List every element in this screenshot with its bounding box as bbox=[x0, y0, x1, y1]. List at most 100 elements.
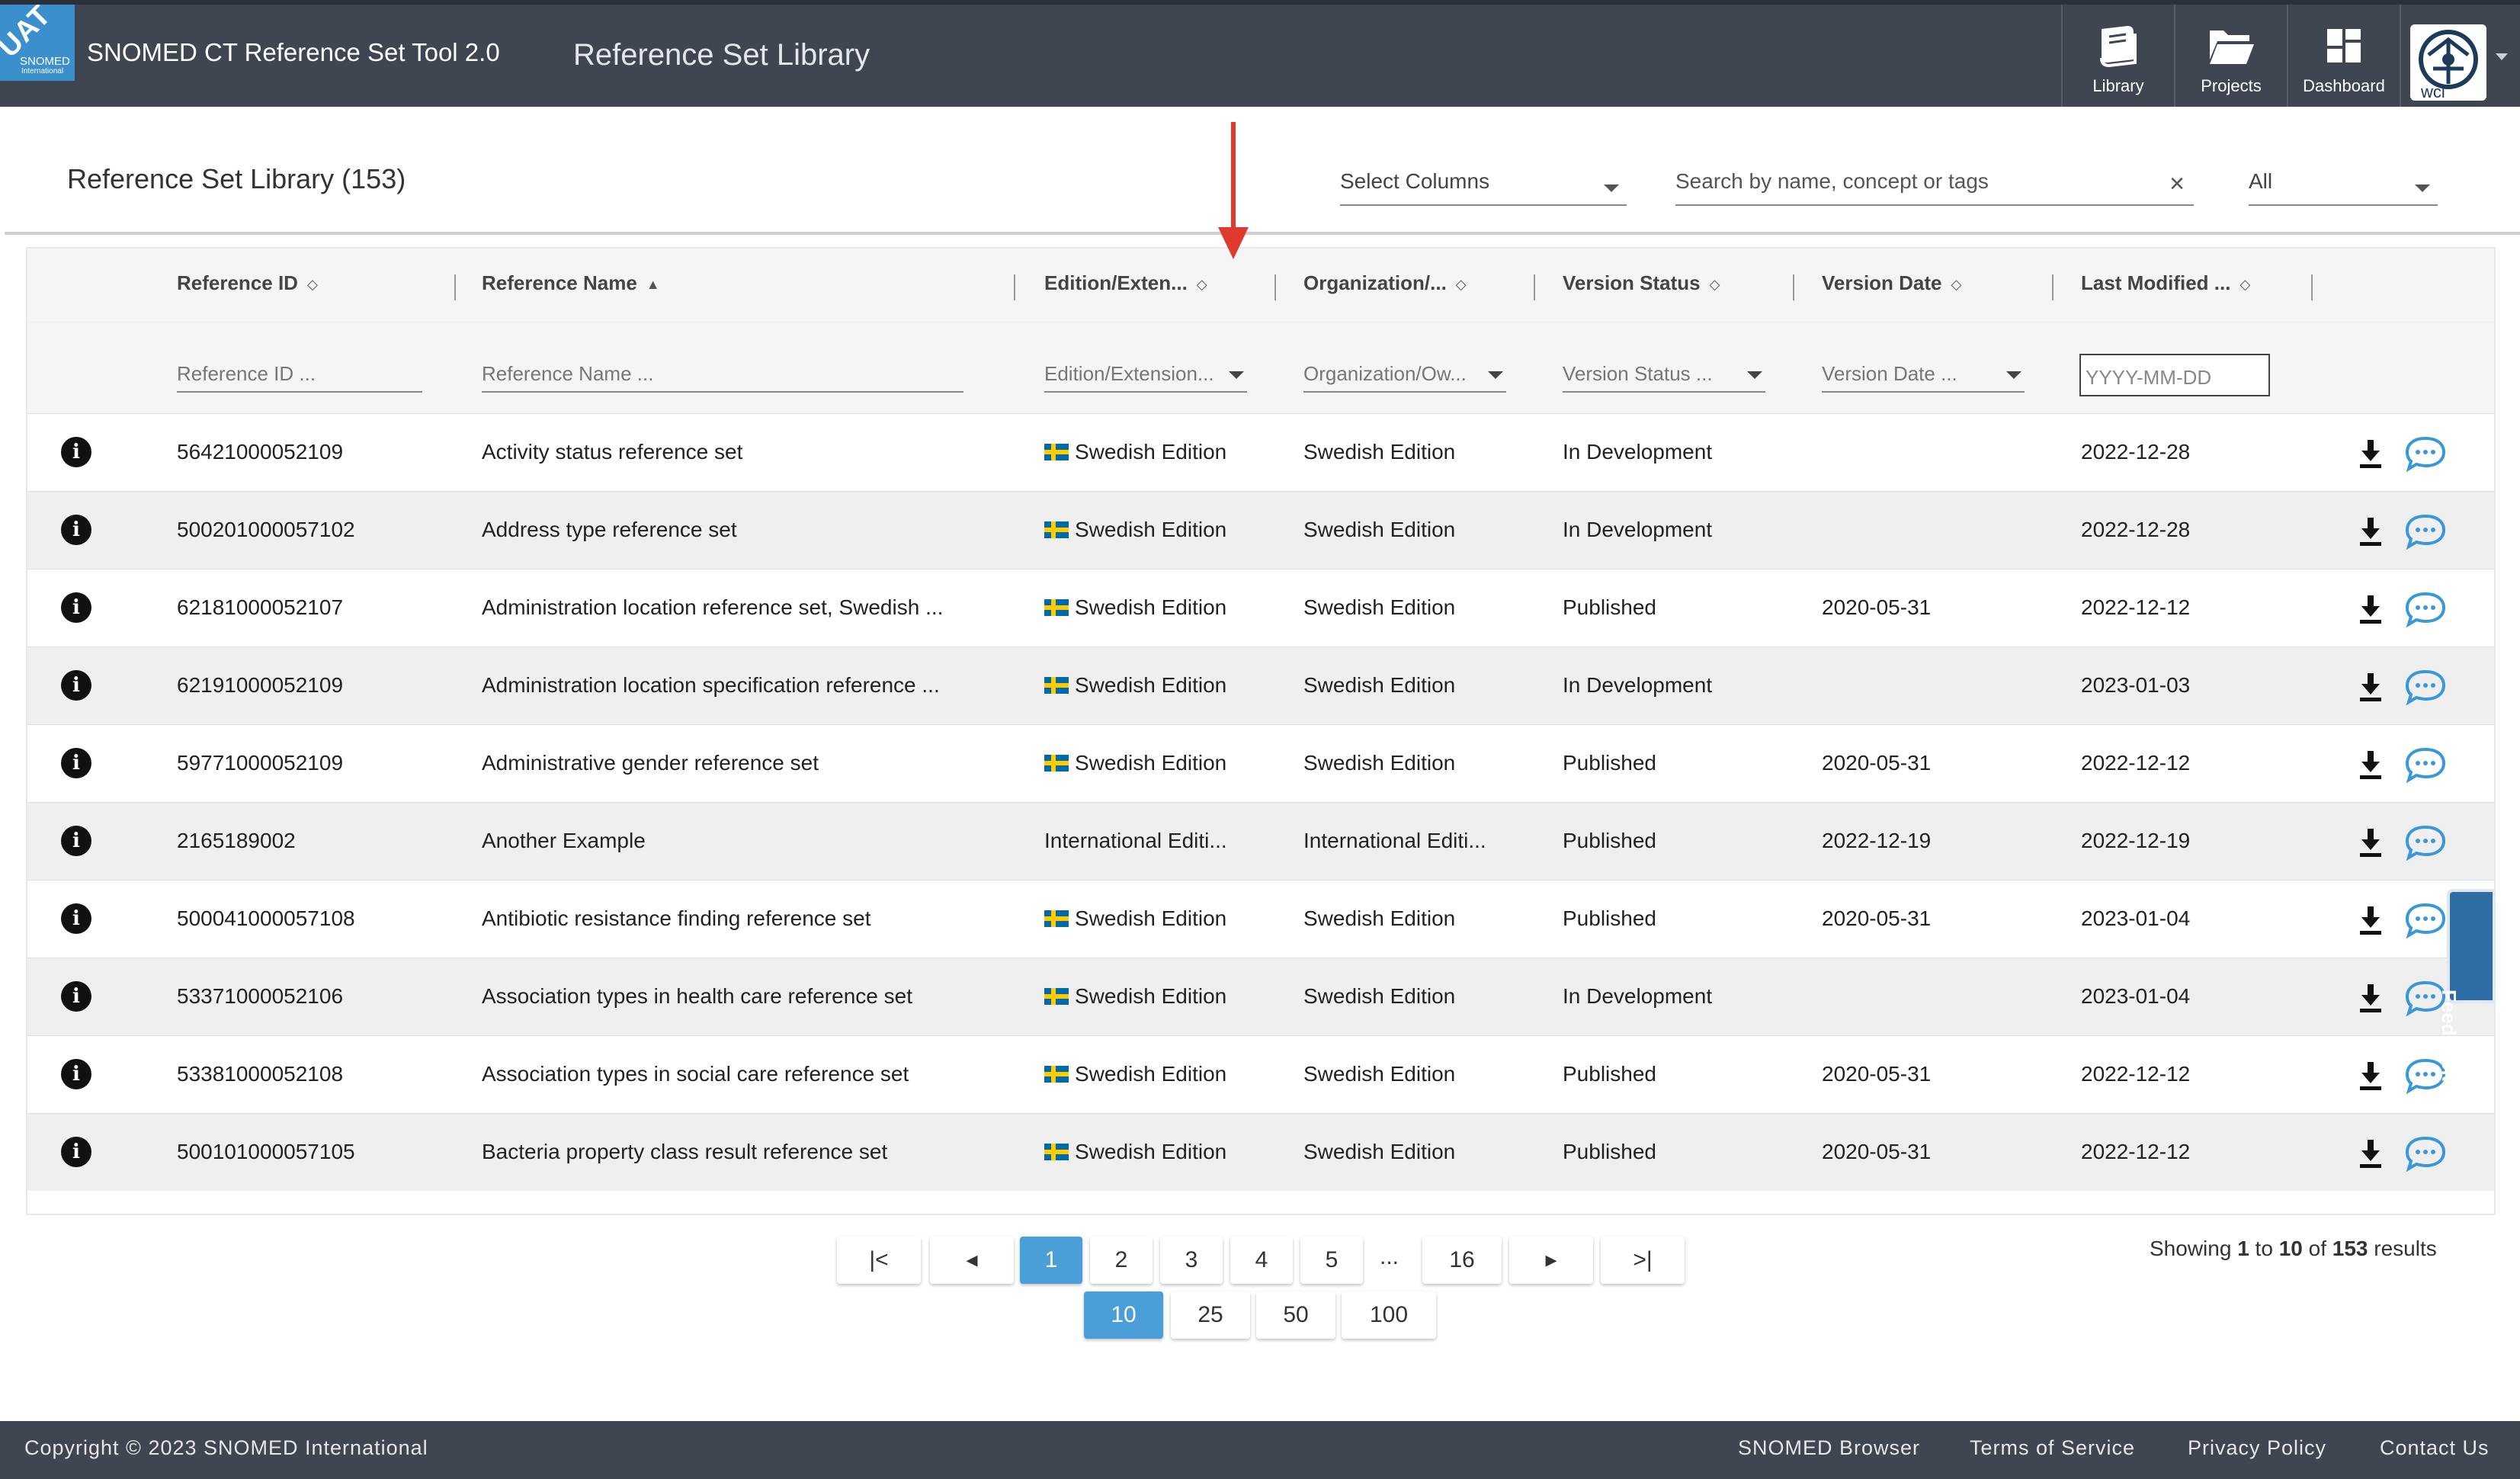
prev-page-button[interactable]: ◂ bbox=[930, 1237, 1014, 1284]
download-icon[interactable] bbox=[2357, 1138, 2384, 1169]
filter-last-modified-date[interactable]: YYYY-MM-DD bbox=[2079, 354, 2270, 396]
info-icon[interactable]: i bbox=[61, 903, 91, 934]
search-input[interactable]: Search by name, concept or tags × bbox=[1675, 163, 2194, 206]
table-row[interactable]: i 59771000052109 Administrative gender ref… bbox=[27, 724, 2494, 802]
filter-reference-id[interactable]: Reference ID ... bbox=[177, 362, 422, 393]
page-size-10[interactable]: 10 bbox=[1084, 1291, 1163, 1339]
column-separator[interactable] bbox=[1534, 274, 1535, 300]
footer-link-snomed-browser[interactable]: SNOMED Browser bbox=[1738, 1436, 1920, 1460]
download-icon[interactable] bbox=[2357, 827, 2384, 858]
cell-last-modified: 2023-01-03 bbox=[2081, 673, 2191, 697]
sort-icon[interactable]: ◇ bbox=[1456, 277, 1467, 293]
footer-link-terms[interactable]: Terms of Service bbox=[1970, 1436, 2135, 1460]
comment-icon[interactable] bbox=[2404, 902, 2447, 938]
info-icon[interactable]: i bbox=[61, 1059, 91, 1089]
sort-icon[interactable]: ◇ bbox=[2239, 277, 2250, 293]
column-separator[interactable] bbox=[2052, 274, 2054, 300]
nav-library[interactable]: Library bbox=[2061, 5, 2174, 107]
download-icon[interactable] bbox=[2357, 983, 2384, 1013]
avatar-dropdown-caret-icon[interactable] bbox=[2496, 53, 2508, 60]
next-page-button[interactable]: ▸ bbox=[1509, 1237, 1593, 1284]
sort-icon[interactable]: ◇ bbox=[307, 277, 318, 293]
cell-reference-name: Address type reference set bbox=[482, 518, 737, 541]
col-header-reference-name[interactable]: Reference Name ▲ bbox=[482, 271, 660, 295]
footer-link-privacy[interactable]: Privacy Policy bbox=[2188, 1436, 2326, 1460]
info-icon[interactable]: i bbox=[61, 670, 91, 701]
comment-icon[interactable] bbox=[2404, 435, 2447, 472]
cell-reference-name: Bacteria property class result reference… bbox=[482, 1140, 888, 1163]
page-button-4[interactable]: 4 bbox=[1230, 1237, 1293, 1284]
select-columns-dropdown[interactable]: Select Columns bbox=[1340, 163, 1627, 206]
page-button-1[interactable]: 1 bbox=[1020, 1237, 1082, 1284]
table-row[interactable]: i 53371000052106 Association types in heal… bbox=[27, 958, 2494, 1035]
info-icon[interactable]: i bbox=[61, 515, 91, 545]
table-row[interactable]: i 500201000057102 Address type reference s… bbox=[27, 491, 2494, 569]
comment-icon[interactable] bbox=[2404, 1135, 2447, 1172]
comment-icon[interactable] bbox=[2404, 591, 2447, 627]
cell-version-status: In Development bbox=[1563, 518, 1713, 541]
download-icon[interactable] bbox=[2357, 438, 2384, 469]
info-icon[interactable]: i bbox=[61, 981, 91, 1012]
comment-icon[interactable] bbox=[2404, 824, 2447, 861]
col-header-reference-id[interactable]: Reference ID ◇ bbox=[177, 271, 318, 295]
feedback-tab[interactable]: Feedback bbox=[2438, 889, 2496, 1081]
filter-organization[interactable]: Organization/Ow... bbox=[1303, 362, 1506, 393]
sort-icon[interactable]: ◇ bbox=[1951, 277, 1962, 293]
table-row[interactable]: i 500041000057108 Antibiotic resistance fi… bbox=[27, 880, 2494, 958]
download-icon[interactable] bbox=[2357, 1060, 2384, 1091]
col-header-edition[interactable]: Edition/Exten... ◇ bbox=[1044, 271, 1207, 295]
download-icon[interactable] bbox=[2357, 749, 2384, 780]
table-row[interactable]: i 2165189002 Another Example International … bbox=[27, 802, 2494, 880]
page-button-2[interactable]: 2 bbox=[1090, 1237, 1153, 1284]
sort-icon[interactable]: ◇ bbox=[1710, 277, 1720, 293]
filter-edition[interactable]: Edition/Extension... bbox=[1044, 362, 1247, 393]
download-icon[interactable] bbox=[2357, 905, 2384, 935]
page-size-100[interactable]: 100 bbox=[1342, 1291, 1436, 1339]
page-size-25[interactable]: 25 bbox=[1171, 1291, 1250, 1339]
header-divider bbox=[5, 232, 2520, 235]
sort-icon[interactable]: ◇ bbox=[1197, 277, 1207, 293]
table-row[interactable]: i 62191000052109 Administration location s… bbox=[27, 646, 2494, 724]
nav-projects[interactable]: Projects bbox=[2174, 5, 2287, 107]
info-icon[interactable]: i bbox=[61, 592, 91, 623]
user-avatar[interactable]: wci bbox=[2410, 24, 2486, 101]
info-icon[interactable]: i bbox=[61, 748, 91, 778]
col-header-organization[interactable]: Organization/... ◇ bbox=[1303, 271, 1467, 295]
column-separator[interactable] bbox=[1793, 274, 1794, 300]
first-page-button[interactable]: |< bbox=[837, 1237, 921, 1284]
footer-link-contact[interactable]: Contact Us bbox=[2380, 1436, 2490, 1460]
info-icon[interactable]: i bbox=[61, 826, 91, 856]
sort-ascending-icon[interactable]: ▲ bbox=[646, 277, 660, 293]
page-button-last-number[interactable]: 16 bbox=[1422, 1237, 1502, 1284]
download-icon[interactable] bbox=[2357, 672, 2384, 702]
page-button-5[interactable]: 5 bbox=[1300, 1237, 1363, 1284]
nav-dashboard[interactable]: Dashboard bbox=[2287, 5, 2400, 107]
comment-icon[interactable] bbox=[2404, 669, 2447, 705]
comment-icon[interactable] bbox=[2404, 746, 2447, 783]
info-icon[interactable]: i bbox=[61, 437, 91, 467]
col-header-last-modified[interactable]: Last Modified ... ◇ bbox=[2081, 271, 2250, 295]
column-separator[interactable] bbox=[2311, 274, 2313, 300]
page-button-3[interactable]: 3 bbox=[1160, 1237, 1223, 1284]
col-header-version-date[interactable]: Version Date ◇ bbox=[1822, 271, 1961, 295]
column-separator[interactable] bbox=[1274, 274, 1276, 300]
reference-set-table: Reference ID ◇ Reference Name ▲ Edition/Ex… bbox=[26, 247, 2496, 1215]
filter-reference-name[interactable]: Reference Name ... bbox=[482, 362, 963, 393]
comment-icon[interactable] bbox=[2404, 513, 2447, 550]
column-separator[interactable] bbox=[454, 274, 456, 300]
info-icon[interactable]: i bbox=[61, 1137, 91, 1167]
page-size-50[interactable]: 50 bbox=[1256, 1291, 1335, 1339]
filter-version-status[interactable]: Version Status ... bbox=[1563, 362, 1765, 393]
scope-select[interactable]: All bbox=[2249, 163, 2438, 206]
col-header-version-status[interactable]: Version Status ◇ bbox=[1563, 271, 1720, 295]
clear-search-icon[interactable]: × bbox=[2169, 169, 2185, 199]
table-row[interactable]: i 56421000052109 Activity status reference… bbox=[27, 413, 2494, 491]
download-icon[interactable] bbox=[2357, 516, 2384, 547]
filter-version-date[interactable]: Version Date ... bbox=[1822, 362, 2025, 393]
download-icon[interactable] bbox=[2357, 594, 2384, 624]
table-row[interactable]: i 500101000057105 Bacteria property class … bbox=[27, 1113, 2494, 1191]
last-page-button[interactable]: >| bbox=[1601, 1237, 1685, 1284]
table-row[interactable]: i 62181000052107 Administration location r… bbox=[27, 569, 2494, 646]
table-row[interactable]: i 53381000052108 Association types in soci… bbox=[27, 1035, 2494, 1113]
column-separator[interactable] bbox=[1014, 274, 1015, 300]
